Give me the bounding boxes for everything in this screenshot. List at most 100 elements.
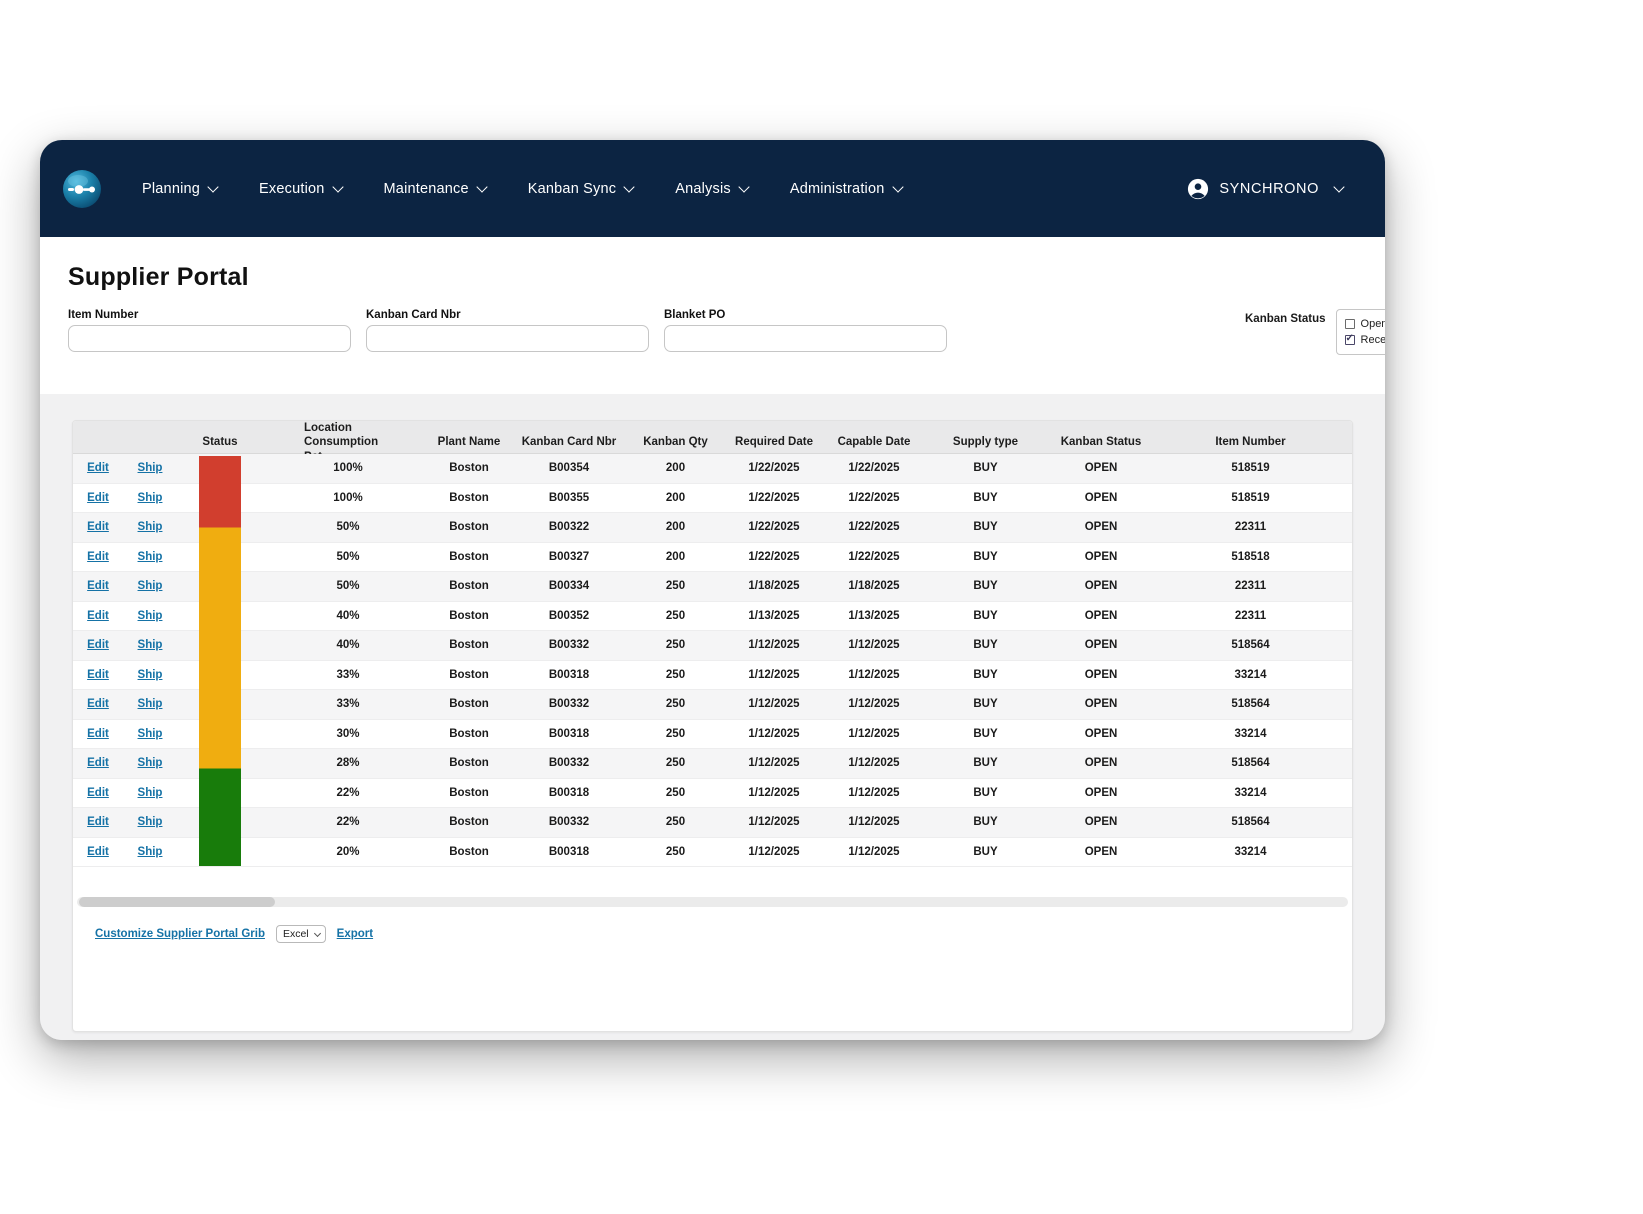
cell-item: 518518 <box>1149 551 1352 563</box>
cell-req: 1/22/2025 <box>718 462 830 474</box>
cell-value: 1/12/2025 <box>748 727 800 740</box>
cell-pct: 40% <box>263 639 433 651</box>
edit-link[interactable]: Edit <box>87 521 109 533</box>
cell-edit: Edit <box>73 787 123 799</box>
cell-value: 1/22/2025 <box>748 521 800 534</box>
kanban-card-nbr-input[interactable] <box>366 325 649 352</box>
export-link[interactable]: Export <box>337 928 373 940</box>
ship-link[interactable]: Ship <box>138 816 163 828</box>
cell-qty: 250 <box>633 816 718 828</box>
ship-link[interactable]: Ship <box>138 846 163 858</box>
cell-value: Boston <box>449 668 489 681</box>
cell-value: BUY <box>973 491 998 504</box>
cell-value: B00322 <box>548 521 590 534</box>
cell-value: 250 <box>665 845 686 858</box>
cell-value: 518518 <box>1231 550 1270 563</box>
table-row: Edit Ship 50% Boston B00327 200 1/22/2025 1/22/… <box>73 543 1352 572</box>
cell-value: Boston <box>449 639 489 652</box>
cell-edit: Edit <box>73 551 123 563</box>
edit-link[interactable]: Edit <box>87 610 109 622</box>
edit-link[interactable]: Edit <box>87 757 109 769</box>
top-navigation-bar: Planning Execution Maintenance Kanban Sync A… <box>40 140 1385 237</box>
cell-value: OPEN <box>1084 580 1118 593</box>
cell-value: OPEN <box>1084 668 1118 681</box>
cell-plant: Boston <box>433 580 505 592</box>
item-number-input[interactable] <box>68 325 351 352</box>
ship-link[interactable]: Ship <box>138 669 163 681</box>
edit-link[interactable]: Edit <box>87 462 109 474</box>
nav-item-maintenance[interactable]: Maintenance <box>383 180 488 197</box>
cell-card: B00332 <box>505 639 633 651</box>
cell-value: 33% <box>336 668 360 681</box>
horizontal-scrollbar[interactable] <box>77 897 1348 907</box>
nav-item-planning[interactable]: Planning <box>142 181 219 197</box>
edit-link[interactable]: Edit <box>87 698 109 710</box>
column-header-label: Kanban Card Nbr <box>521 436 617 449</box>
ship-link[interactable]: Ship <box>138 698 163 710</box>
cell-cap: 1/22/2025 <box>830 462 918 474</box>
ship-link[interactable]: Ship <box>138 551 163 563</box>
ship-link[interactable]: Ship <box>138 639 163 651</box>
ship-link[interactable]: Ship <box>138 757 163 769</box>
brand-label: SYNCHRONO <box>1219 180 1319 197</box>
kanban-card-nbr-field: Kanban Card Nbr <box>366 309 649 352</box>
column-header-qty: Kanban Qty <box>633 435 718 449</box>
horizontal-scrollbar-thumb[interactable] <box>79 897 275 907</box>
account-menu[interactable]: SYNCHRONO <box>1187 178 1345 200</box>
column-header-label: Status <box>202 436 238 449</box>
cell-value: 1/12/2025 <box>748 757 800 770</box>
edit-link[interactable]: Edit <box>87 580 109 592</box>
ship-link[interactable]: Ship <box>138 580 163 592</box>
checkbox-open[interactable]: Open <box>1344 316 1385 331</box>
edit-link[interactable]: Edit <box>87 669 109 681</box>
checkbox-received[interactable]: Received <box>1344 332 1385 347</box>
cell-value: 40% <box>336 639 360 652</box>
edit-link[interactable]: Edit <box>87 816 109 828</box>
cell-kstatus: OPEN <box>1053 462 1149 474</box>
edit-link[interactable]: Edit <box>87 787 109 799</box>
ship-link[interactable]: Ship <box>138 521 163 533</box>
chevron-down-icon <box>891 180 904 193</box>
ship-link[interactable]: Ship <box>138 787 163 799</box>
blanket-po-field: Blanket PO <box>664 309 947 352</box>
cell-value: Boston <box>449 609 489 622</box>
edit-link[interactable]: Edit <box>87 846 109 858</box>
cell-value: B00318 <box>548 727 590 740</box>
nav-item-analysis[interactable]: Analysis <box>675 181 750 197</box>
edit-link[interactable]: Edit <box>87 728 109 740</box>
nav-item-label: Maintenance <box>383 180 469 197</box>
table-row: Edit Ship 33% Boston B00318 250 1/12/2025 1/12/… <box>73 661 1352 690</box>
edit-link[interactable]: Edit <box>87 492 109 504</box>
table-row: Edit Ship 40% Boston B00332 250 1/12/2025 1/12/… <box>73 631 1352 661</box>
customize-grid-link[interactable]: Customize Supplier Portal Grib <box>95 928 265 940</box>
nav-item-execution[interactable]: Execution <box>259 181 344 197</box>
cell-req: 1/12/2025 <box>718 669 830 681</box>
synchrono-logo-icon[interactable] <box>62 169 102 209</box>
ship-link[interactable]: Ship <box>138 492 163 504</box>
ship-link[interactable]: Ship <box>138 610 163 622</box>
cell-value: 1/12/2025 <box>848 845 900 858</box>
ship-link[interactable]: Ship <box>138 728 163 740</box>
nav-item-administration[interactable]: Administration <box>790 180 904 197</box>
table-row: Edit Ship 22% Boston B00332 250 1/12/2025 1/12/… <box>73 808 1352 838</box>
cell-value: 100% <box>333 462 363 475</box>
cell-value: OPEN <box>1084 845 1118 858</box>
main-nav: Planning Execution Maintenance Kanban Sync A… <box>142 180 904 197</box>
export-format-select[interactable]: Excel <box>275 925 326 943</box>
edit-link[interactable]: Edit <box>87 639 109 651</box>
edit-link[interactable]: Edit <box>87 551 109 563</box>
kanban-status-filter: Kanban Status OpenShippedReceivedConsume… <box>1245 309 1385 355</box>
ship-link[interactable]: Ship <box>138 462 163 474</box>
cell-kstatus: OPEN <box>1053 728 1149 740</box>
cell-cap: 1/12/2025 <box>830 669 918 681</box>
cell-value: Boston <box>449 845 489 858</box>
cell-pct: 28% <box>263 757 433 769</box>
cell-value: 518519 <box>1231 491 1270 504</box>
cell-value: 1/22/2025 <box>748 550 800 563</box>
table-row: Edit Ship 40% Boston B00352 250 1/13/2025 1/13/… <box>73 602 1352 631</box>
cell-edit: Edit <box>73 580 123 592</box>
blanket-po-input[interactable] <box>664 325 947 352</box>
nav-item-kanban-sync[interactable]: Kanban Sync <box>528 181 635 197</box>
cell-card: B00318 <box>505 846 633 858</box>
cell-value: BUY <box>973 698 998 711</box>
